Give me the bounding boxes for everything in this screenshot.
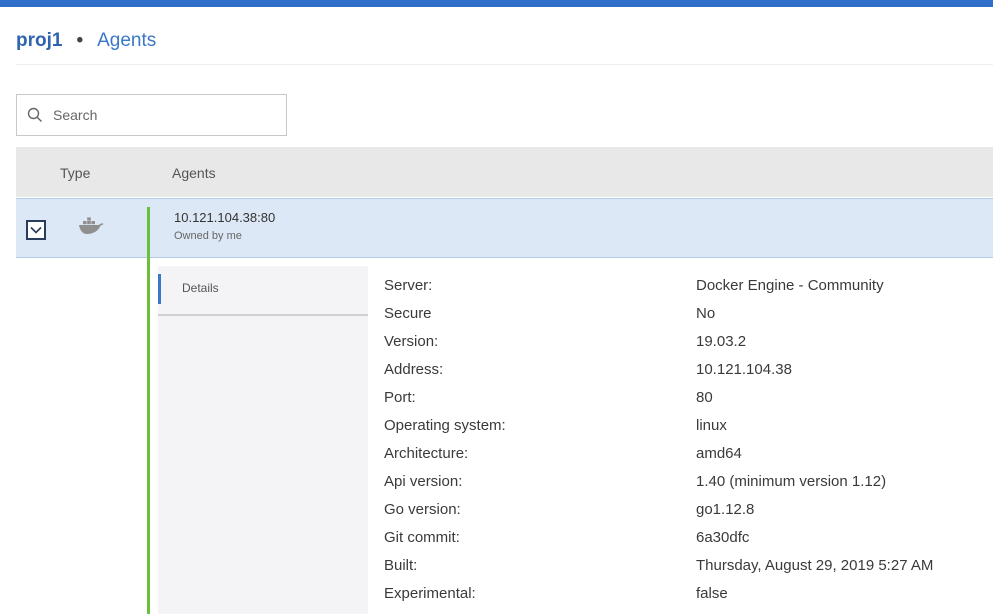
property-row: Port: 80 <box>384 384 993 412</box>
agent-owner: Owned by me <box>174 230 242 242</box>
property-value: 80 <box>696 389 713 406</box>
property-row: Address: 10.121.104.38 <box>384 356 993 384</box>
active-tab-indicator <box>158 274 161 304</box>
search-box[interactable] <box>16 94 287 136</box>
property-key: Operating system: <box>384 417 506 434</box>
property-row: Go version: go1.12.8 <box>384 496 993 524</box>
property-key: Go version: <box>384 501 461 518</box>
property-row: Architecture: amd64 <box>384 440 993 468</box>
property-value: amd64 <box>696 445 742 462</box>
search-icon <box>27 106 45 124</box>
details-side-panel: Details <box>158 266 368 614</box>
breadcrumb-project-link[interactable]: proj1 <box>16 30 62 52</box>
property-row: Built: Thursday, August 29, 2019 5:27 AM <box>384 552 993 580</box>
property-row: Version: 19.03.2 <box>384 328 993 356</box>
docker-whale-icon <box>78 216 104 236</box>
property-row: Api version: 1.40 (minimum version 1.12) <box>384 468 993 496</box>
property-key: Address: <box>384 361 444 378</box>
tab-details[interactable]: Details <box>158 266 368 316</box>
breadcrumb: proj1 • Agents <box>16 30 156 52</box>
property-row: Secure No <box>384 300 993 328</box>
property-row: Operating system: linux <box>384 412 993 440</box>
property-key: Server: <box>384 277 433 294</box>
property-key: Experimental: <box>384 585 476 602</box>
property-key: Architecture: <box>384 445 469 462</box>
property-key: Version: <box>384 333 439 350</box>
top-accent-bar <box>0 0 993 7</box>
header-divider <box>16 64 993 65</box>
property-row: Server: Docker Engine - Community <box>384 272 993 300</box>
property-key: Port: <box>384 389 416 406</box>
property-row: Experimental: false <box>384 580 993 608</box>
search-input[interactable] <box>51 106 275 124</box>
expanded-row-indicator <box>147 207 150 614</box>
property-value: 1.40 (minimum version 1.12) <box>696 473 887 490</box>
property-value: false <box>696 585 728 602</box>
expand-toggle-button[interactable] <box>26 220 46 240</box>
property-value: No <box>696 305 716 322</box>
property-value: 19.03.2 <box>696 333 747 350</box>
chevron-down-icon <box>30 226 42 234</box>
breadcrumb-separator: • <box>76 30 84 51</box>
agent-properties: Server: Docker Engine - Community Secure… <box>384 272 993 608</box>
property-value: Docker Engine - Community <box>696 277 884 294</box>
property-value: 10.121.104.38 <box>696 361 792 378</box>
property-row: Git commit: 6a30dfc <box>384 524 993 552</box>
table-row[interactable]: 10.121.104.38:80 Owned by me <box>16 198 993 258</box>
property-key: Git commit: <box>384 529 460 546</box>
property-value: Thursday, August 29, 2019 5:27 AM <box>696 557 934 574</box>
property-key: Api version: <box>384 473 463 490</box>
property-value: go1.12.8 <box>696 501 755 518</box>
property-key: Built: <box>384 557 418 574</box>
property-value: linux <box>696 417 727 434</box>
property-key: Secure <box>384 305 432 322</box>
tab-details-label: Details <box>182 281 219 295</box>
table-header: Type Agents <box>16 147 993 197</box>
column-header-type[interactable]: Type <box>60 165 90 181</box>
property-value: 6a30dfc <box>696 529 750 546</box>
page-title: Agents <box>97 30 157 51</box>
agent-address[interactable]: 10.121.104.38:80 <box>174 210 275 225</box>
column-header-agents[interactable]: Agents <box>172 165 216 181</box>
